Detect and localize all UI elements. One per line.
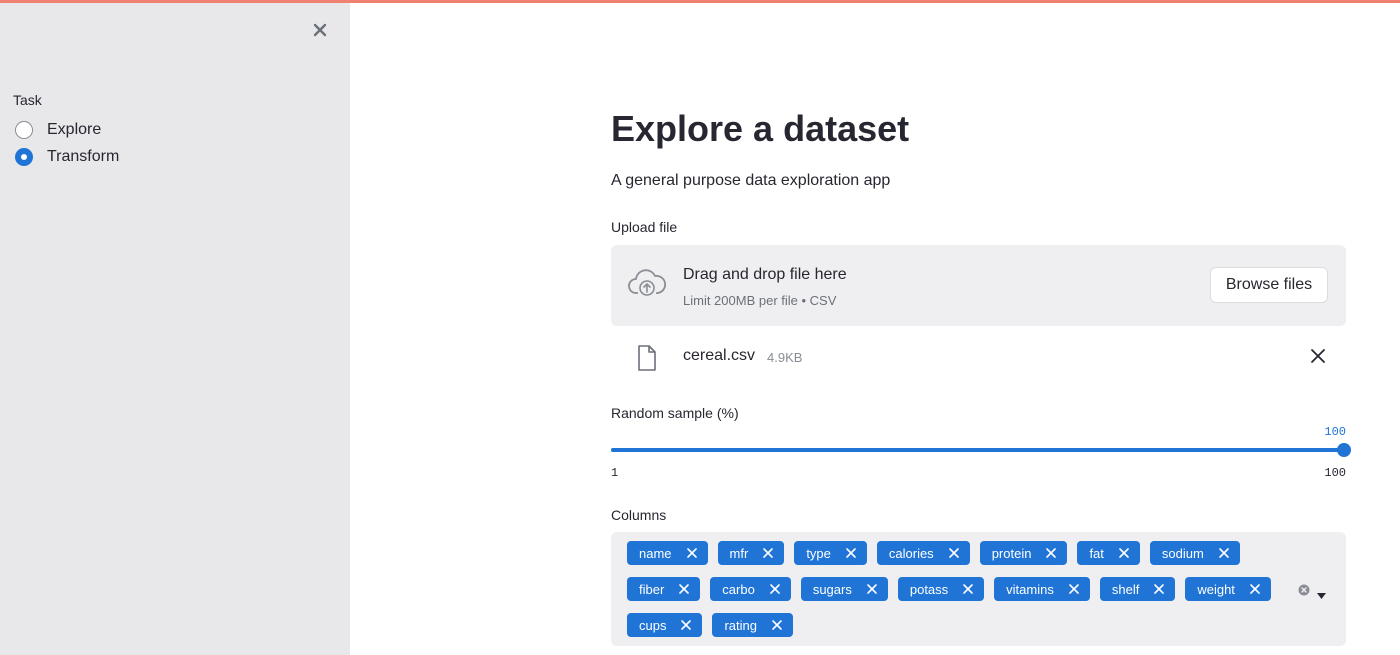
- column-tag[interactable]: fiber: [627, 577, 701, 601]
- close-icon[interactable]: [680, 619, 692, 631]
- top-decoration-line: [0, 0, 1400, 3]
- close-icon[interactable]: [686, 547, 698, 559]
- column-tag[interactable]: type: [794, 541, 867, 565]
- column-tag[interactable]: name: [627, 541, 708, 565]
- close-icon[interactable]: [762, 547, 774, 559]
- column-tag-label: sugars: [812, 581, 852, 597]
- sidebar: Task Explore Transform: [0, 0, 350, 655]
- radio-button-unchecked[interactable]: [15, 121, 33, 139]
- slider-min-label: 1: [611, 466, 619, 480]
- radio-button-checked[interactable]: [15, 148, 33, 166]
- column-tag[interactable]: weight: [1185, 577, 1271, 601]
- close-icon[interactable]: [1153, 583, 1165, 595]
- column-tag[interactable]: mfr: [717, 541, 785, 565]
- close-icon[interactable]: [1068, 583, 1080, 595]
- column-tag[interactable]: cups: [627, 613, 703, 637]
- page-subtitle: A general purpose data exploration app: [611, 172, 891, 189]
- uploaded-file: cereal.csv 4.9KB: [611, 340, 1346, 374]
- radio-label-explore: Explore: [47, 121, 102, 138]
- chevron-down-icon[interactable]: [1317, 586, 1326, 599]
- column-tag[interactable]: potass: [897, 577, 985, 601]
- file-name: cereal.csv: [683, 347, 756, 364]
- column-tag-label: fat: [1089, 545, 1104, 561]
- column-tag-label: protein: [991, 545, 1032, 561]
- column-tag[interactable]: fat: [1077, 541, 1140, 565]
- file-dropzone[interactable]: Drag and drop file here Limit 200MB per …: [611, 245, 1346, 326]
- column-tag[interactable]: sodium: [1149, 541, 1240, 565]
- column-tag-label: name: [639, 545, 672, 561]
- radio-explore[interactable]: Explore: [15, 121, 101, 139]
- slider-max-label: 100: [1324, 466, 1346, 480]
- column-tag-label: potass: [909, 581, 949, 597]
- selected-tags: name mfr type calories protein fat sodium fiber…: [627, 541, 1287, 637]
- column-tag-label: weight: [1197, 581, 1235, 597]
- sample-slider-track[interactable]: [611, 443, 1351, 457]
- column-tag-label: vitamins: [1006, 581, 1054, 597]
- slider-fill: [611, 448, 1346, 452]
- task-label: Task: [13, 92, 42, 108]
- file-size: 4.9KB: [767, 350, 803, 365]
- slider-label: Random sample (%): [611, 405, 739, 421]
- column-tag[interactable]: vitamins: [994, 577, 1090, 601]
- file-icon: [636, 344, 658, 372]
- column-tag[interactable]: rating: [712, 613, 793, 637]
- column-tag[interactable]: carbo: [710, 577, 791, 601]
- close-icon[interactable]: [1309, 347, 1327, 365]
- dropzone-limit: Limit 200MB per file • CSV: [683, 293, 837, 308]
- clear-circle-icon[interactable]: [1298, 583, 1310, 596]
- browse-files-button[interactable]: Browse files: [1210, 267, 1328, 303]
- close-icon[interactable]: [1045, 547, 1057, 559]
- close-icon[interactable]: [678, 583, 690, 595]
- close-icon[interactable]: [769, 583, 781, 595]
- columns-label: Columns: [611, 507, 667, 523]
- close-icon[interactable]: [1249, 583, 1261, 595]
- column-tag-label: rating: [724, 617, 757, 633]
- columns-multiselect[interactable]: name mfr type calories protein fat sodium fiber…: [611, 532, 1346, 646]
- column-tag-label: sodium: [1161, 545, 1204, 561]
- close-icon[interactable]: [310, 20, 330, 40]
- column-tag-label: carbo: [722, 581, 755, 597]
- cloud-upload-icon: [627, 267, 667, 303]
- column-tag-label: calories: [888, 545, 934, 561]
- column-tag-label: type: [806, 545, 831, 561]
- close-icon[interactable]: [1218, 547, 1230, 559]
- column-tag-label: cups: [639, 617, 667, 633]
- column-tag-label: fiber: [639, 581, 665, 597]
- dropzone-instructions: Drag and drop file here: [683, 266, 847, 283]
- column-tag-label: mfr: [729, 545, 749, 561]
- column-tag[interactable]: sugars: [800, 577, 888, 601]
- column-tag[interactable]: shelf: [1099, 577, 1176, 601]
- column-tag[interactable]: protein: [979, 541, 1068, 565]
- upload-label: Upload file: [611, 219, 678, 235]
- radio-label-transform: Transform: [47, 148, 120, 165]
- close-icon[interactable]: [845, 547, 857, 559]
- column-tag[interactable]: calories: [876, 541, 970, 565]
- slider-current-value: 100: [1324, 425, 1346, 439]
- close-icon[interactable]: [771, 619, 783, 631]
- close-icon[interactable]: [1118, 547, 1130, 559]
- slider-thumb[interactable]: [1337, 443, 1351, 457]
- close-icon[interactable]: [948, 547, 960, 559]
- radio-transform[interactable]: Transform: [15, 148, 119, 166]
- close-icon[interactable]: [866, 583, 878, 595]
- page-title: Explore a dataset: [611, 108, 910, 149]
- column-tag-label: shelf: [1111, 581, 1140, 597]
- close-icon[interactable]: [962, 583, 974, 595]
